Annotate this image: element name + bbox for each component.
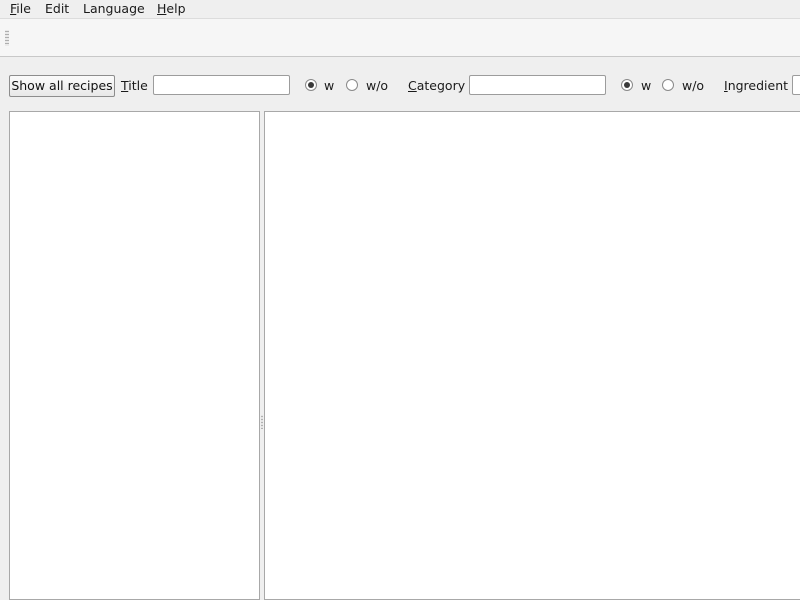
menu-help[interactable]: Help [157, 1, 186, 17]
ingredient-filter-label-text: ngredient [727, 78, 789, 93]
category-filter-input[interactable] [469, 75, 606, 95]
menu-edit[interactable]: Edit [45, 1, 69, 17]
filter-bar [0, 57, 800, 109]
title-with-radio[interactable] [305, 79, 317, 91]
title-filter-label-text: itle [128, 78, 148, 93]
menu-help-mnemonic: H [157, 1, 167, 16]
menu-file[interactable]: File [10, 1, 31, 17]
menu-edit-label: Edit [45, 1, 70, 16]
title-filter-input[interactable] [153, 75, 290, 95]
category-without-radio[interactable] [662, 79, 674, 91]
splitter-grip-handle[interactable] [261, 415, 263, 429]
title-without-radio[interactable] [346, 79, 358, 91]
toolbar [0, 19, 800, 57]
ingredient-filter-input[interactable] [792, 75, 800, 95]
toolbar-grip-handle[interactable] [5, 30, 9, 46]
category-filter-label: Category [408, 78, 465, 94]
title-without-radio-label[interactable]: w/o [366, 78, 388, 94]
menu-file-label: ile [16, 1, 31, 16]
show-all-recipes-button[interactable]: Show all recipes [9, 75, 115, 97]
category-without-radio-label[interactable]: w/o [682, 78, 704, 94]
menu-help-label: elp [166, 1, 186, 16]
title-filter-label: Title [121, 78, 148, 94]
menu-language-label: Language [83, 1, 145, 16]
category-filter-mnemonic: C [408, 78, 417, 93]
menu-language[interactable]: Language [83, 1, 145, 17]
category-with-radio[interactable] [621, 79, 633, 91]
recipe-list-panel[interactable] [9, 111, 260, 600]
category-with-radio-label[interactable]: w [641, 78, 651, 94]
ingredient-filter-label: Ingredient [724, 78, 788, 94]
menu-bar: File Edit Language Help [0, 0, 800, 19]
category-filter-label-text: ategory [416, 78, 466, 93]
recipe-view-panel[interactable] [264, 111, 800, 600]
title-with-radio-label[interactable]: w [324, 78, 334, 94]
